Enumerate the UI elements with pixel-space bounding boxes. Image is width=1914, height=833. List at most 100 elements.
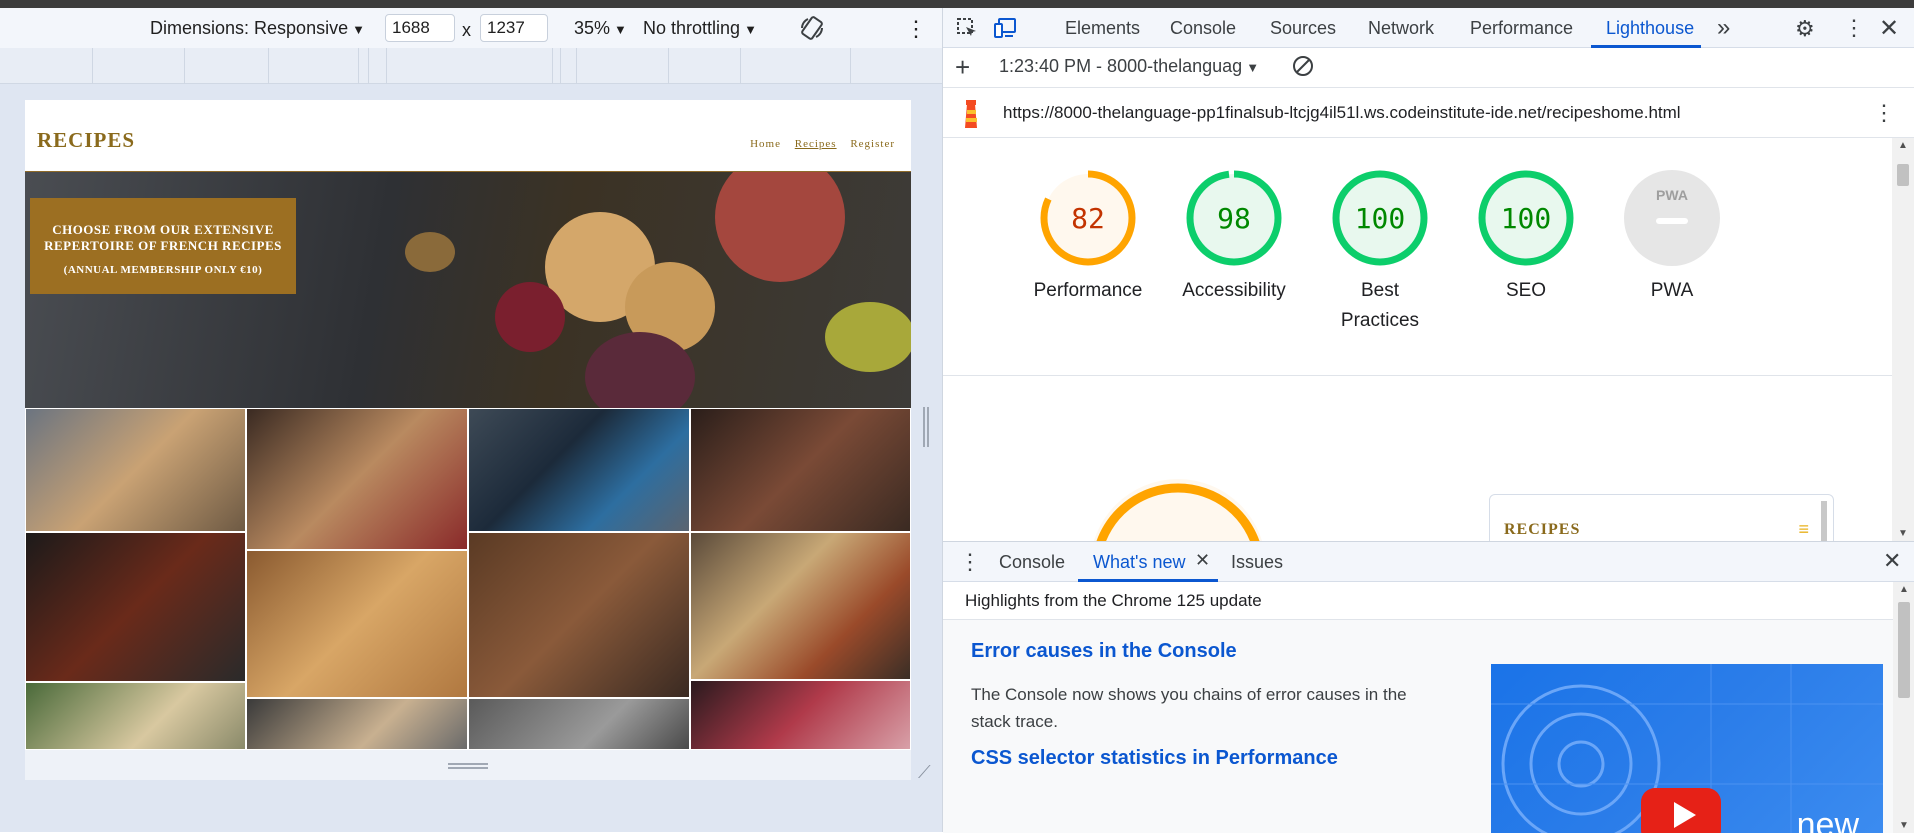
gallery-tile-figs[interactable] bbox=[690, 408, 911, 532]
tab-sources[interactable]: Sources bbox=[1270, 18, 1336, 39]
whats-new-item-title[interactable]: Error causes in the Console bbox=[971, 640, 1237, 663]
report-body: RECIPES ≡ bbox=[943, 376, 1893, 541]
nav-home[interactable]: Home bbox=[750, 138, 781, 150]
height-input[interactable]: 1237 bbox=[480, 14, 548, 42]
tab-elements[interactable]: Elements bbox=[1065, 18, 1140, 39]
close-drawer-icon[interactable]: ✕ bbox=[1883, 548, 1901, 574]
gauge-label: PWA bbox=[1650, 280, 1694, 301]
ruler-tick bbox=[552, 48, 553, 84]
gallery-tile-onion-soup[interactable] bbox=[468, 532, 690, 698]
ruler-tick bbox=[560, 48, 561, 84]
gallery-tile-sandwich[interactable] bbox=[25, 408, 246, 532]
gallery-tile-stew[interactable] bbox=[25, 532, 246, 682]
scroll-down-icon[interactable]: ▼ bbox=[1899, 820, 1909, 831]
drawer-tab-issues[interactable]: Issues bbox=[1231, 552, 1283, 573]
scroll-up-icon[interactable]: ▲ bbox=[1898, 140, 1908, 151]
whats-new-video-thumbnail[interactable]: new bbox=[1491, 664, 1883, 833]
drawer-menu-icon[interactable]: ⋮ bbox=[959, 549, 981, 575]
hero-line-2: REPERTOIRE OF FRENCH RECIPES bbox=[44, 238, 282, 253]
ruler-tick bbox=[576, 48, 577, 84]
width-input[interactable]: 1688 bbox=[385, 14, 455, 42]
gauge-score: 100 bbox=[1501, 202, 1552, 235]
resize-handle-right[interactable] bbox=[923, 407, 929, 447]
lighthouse-icon bbox=[959, 98, 983, 136]
tab-console[interactable]: Console bbox=[1170, 18, 1236, 39]
whats-new-item-title[interactable]: CSS selector statistics in Performance bbox=[971, 747, 1338, 770]
drawer-tab-console[interactable]: Console bbox=[999, 552, 1065, 573]
gauge-performance[interactable]: 82 Performance bbox=[1013, 168, 1163, 306]
ruler-tick bbox=[850, 48, 851, 84]
device-toolbar-icon[interactable] bbox=[993, 16, 1019, 46]
gallery-tile-wine[interactable] bbox=[468, 698, 690, 750]
report-url-bar: https://8000-thelanguage-pp1finalsub-ltc… bbox=[943, 88, 1914, 138]
scroll-down-icon[interactable]: ▼ bbox=[1898, 528, 1908, 539]
drawer-scrollbar-thumb[interactable] bbox=[1898, 602, 1910, 698]
gallery-tile-escargot[interactable] bbox=[246, 698, 468, 750]
site-nav: Home Recipes Register bbox=[740, 138, 895, 150]
gauge-label: Accessibility bbox=[1182, 280, 1286, 301]
gallery-tile-tart[interactable] bbox=[690, 680, 911, 750]
devtools-tabbar: Elements Console Sources Network Perform… bbox=[943, 8, 1914, 48]
gauge-seo[interactable]: 100 SEO bbox=[1451, 168, 1601, 306]
more-options-icon[interactable]: ⋮ bbox=[1843, 15, 1865, 41]
drawer-scrollbar[interactable]: ▲ ▼ bbox=[1893, 582, 1914, 833]
tab-performance[interactable]: Performance bbox=[1470, 18, 1573, 39]
hero-membership: (ANNUAL MEMBERSHIP ONLY €10) bbox=[63, 264, 263, 276]
more-options-icon[interactable]: ⋮ bbox=[905, 16, 927, 42]
tab-network[interactable]: Network bbox=[1368, 18, 1434, 39]
gallery-tile-mussels[interactable] bbox=[468, 408, 690, 532]
nav-register[interactable]: Register bbox=[850, 138, 895, 150]
gauge-label: Performance bbox=[1033, 280, 1143, 301]
scroll-up-icon[interactable]: ▲ bbox=[1899, 584, 1909, 595]
caret-down-icon: ▼ bbox=[614, 22, 627, 37]
gallery-tile-baguette[interactable] bbox=[246, 550, 468, 698]
emulated-viewport[interactable]: RECIPES Home Recipes Register CHOOSE FRO… bbox=[25, 100, 911, 750]
rotate-icon[interactable] bbox=[798, 14, 826, 47]
throttling-dropdown[interactable]: No throttling ▼ bbox=[643, 18, 757, 39]
report-select[interactable]: 1:23:40 PM - 8000-thelanguag ▼ bbox=[999, 56, 1259, 77]
media-query-ruler[interactable] bbox=[0, 48, 942, 84]
gauge-ring: 98 bbox=[1186, 170, 1282, 266]
inspect-element-icon[interactable] bbox=[955, 16, 979, 46]
ruler-tick bbox=[668, 48, 669, 84]
gallery-tile-ratatouille[interactable] bbox=[690, 532, 911, 680]
resize-handle-bottom[interactable] bbox=[448, 763, 488, 769]
gauge-ring: PWA bbox=[1624, 170, 1720, 266]
gauge-accessibility[interactable]: 98 Accessibility bbox=[1159, 168, 1309, 306]
page-screenshot-thumbnail[interactable]: RECIPES ≡ bbox=[1489, 494, 1834, 541]
gallery-tile-cheese[interactable] bbox=[25, 682, 246, 750]
hero-line-1: CHOOSE FROM OUR EXTENSIVE bbox=[52, 222, 274, 237]
pwa-dash-icon bbox=[1656, 218, 1688, 224]
gauge-ring: 100 bbox=[1332, 170, 1428, 266]
clear-reports-icon[interactable] bbox=[1291, 54, 1315, 84]
lighthouse-scores: 82 Performance 98 Accessibility 100 Best Prac… bbox=[943, 138, 1893, 376]
tab-lighthouse[interactable]: Lighthouse bbox=[1606, 18, 1694, 39]
gauge-best-practices[interactable]: 100 Best Practices bbox=[1305, 168, 1455, 336]
drawer-tab-whats-new[interactable]: What's new bbox=[1093, 552, 1185, 573]
drawer-tabbar: ⋮ Console What's new ✕ Issues ✕ bbox=[943, 542, 1914, 582]
new-report-icon[interactable]: + bbox=[955, 52, 970, 83]
close-devtools-icon[interactable]: ✕ bbox=[1879, 14, 1899, 43]
site-logo[interactable]: RECIPES bbox=[37, 128, 135, 153]
nav-recipes[interactable]: Recipes bbox=[795, 138, 837, 150]
zoom-dropdown[interactable]: 35% ▼ bbox=[574, 18, 627, 39]
report-scrollbar-thumb[interactable] bbox=[1897, 164, 1909, 186]
report-url[interactable]: https://8000-thelanguage-pp1finalsub-ltc… bbox=[1003, 103, 1681, 123]
gauge-label: SEO bbox=[1505, 280, 1547, 301]
dimensions-dropdown[interactable]: Dimensions: Responsive ▼ bbox=[150, 18, 365, 39]
report-menu-icon[interactable]: ⋮ bbox=[1873, 100, 1895, 126]
report-scrollbar[interactable]: ▲ ▼ bbox=[1892, 138, 1914, 541]
recipe-gallery bbox=[25, 408, 911, 750]
settings-gear-icon[interactable]: ⚙ bbox=[1795, 16, 1815, 42]
resize-corner-icon[interactable]: ⟋ bbox=[918, 762, 931, 783]
caret-down-icon: ▼ bbox=[1246, 60, 1260, 75]
more-tabs-icon[interactable]: » bbox=[1717, 14, 1730, 42]
device-toolbar: Dimensions: Responsive ▼ 1688 x 1237 35% ▼… bbox=[0, 8, 942, 48]
gallery-tile-crepes[interactable] bbox=[246, 408, 468, 550]
play-icon bbox=[1674, 802, 1696, 828]
devtools-drawer: ⋮ Console What's new ✕ Issues ✕ Highligh… bbox=[943, 541, 1914, 833]
close-tab-icon[interactable]: ✕ bbox=[1195, 550, 1210, 571]
gauge-ring: 82 bbox=[1040, 170, 1136, 266]
report-select-label: 1:23:40 PM - 8000-thelanguag bbox=[999, 56, 1243, 76]
gauge-pwa[interactable]: PWA PWA bbox=[1597, 168, 1747, 306]
